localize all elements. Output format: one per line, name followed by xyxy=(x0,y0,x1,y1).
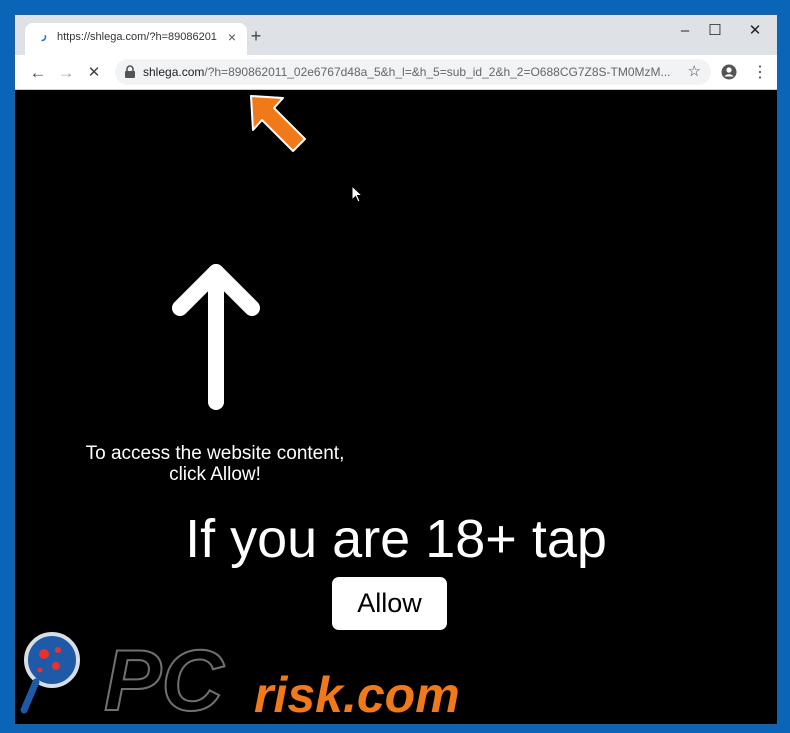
allow-button[interactable]: Allow xyxy=(332,577,447,630)
maximize-button[interactable]: ☐ xyxy=(695,19,735,43)
lock-icon xyxy=(125,65,135,78)
tab-active[interactable]: https://shlega.com/?h=89086201 × xyxy=(25,23,247,55)
close-window-button[interactable]: ✕ xyxy=(735,19,775,43)
hint-line-2: click Allow! xyxy=(169,464,261,485)
back-button[interactable]: ← xyxy=(27,62,49,84)
tab-bar: https://shlega.com/?h=89086201 × + – ☐ ✕ xyxy=(15,15,777,55)
account-icon[interactable] xyxy=(721,64,737,80)
new-tab-button[interactable]: + xyxy=(245,25,267,47)
browser-window: https://shlega.com/?h=89086201 × + – ☐ ✕… xyxy=(14,14,778,725)
mouse-cursor-icon xyxy=(351,185,364,203)
star-icon[interactable]: ☆ xyxy=(688,62,701,80)
tab-title: https://shlega.com/?h=89086201 xyxy=(57,31,217,43)
menu-icon[interactable]: ⋮ xyxy=(749,62,771,84)
stop-reload-button[interactable]: ✕ xyxy=(83,62,105,84)
orange-pointer-arrow-icon xyxy=(250,95,306,152)
access-hint-text: To access the website content, click All… xyxy=(55,443,375,485)
address-bar[interactable]: shlega.com/?h=890862011_02e6767d48a_5&h_… xyxy=(115,59,711,85)
url-domain: shlega.com xyxy=(143,65,205,79)
loading-favicon-icon xyxy=(37,32,47,42)
tab-close-button[interactable]: × xyxy=(223,28,241,46)
forward-button[interactable]: → xyxy=(55,62,77,84)
svg-text:risk.com: risk.com xyxy=(254,667,460,723)
browser-toolbar: ← → ✕ shlega.com/?h=890862011_02e6767d48… xyxy=(15,55,777,90)
white-up-arrow-icon xyxy=(172,264,260,410)
age-headline: If you are 18+ tap xyxy=(185,509,607,569)
url-text: shlega.com/?h=890862011_02e6767d48a_5&h_… xyxy=(143,65,673,79)
hint-line-1: To access the website content, xyxy=(85,443,345,464)
svg-text:PC: PC xyxy=(104,633,225,728)
pcrisk-watermark-logo: PC risk.com xyxy=(20,632,460,728)
url-path: /?h=890862011_02e6767d48a_5&h_l=&h_5=sub… xyxy=(204,65,671,79)
